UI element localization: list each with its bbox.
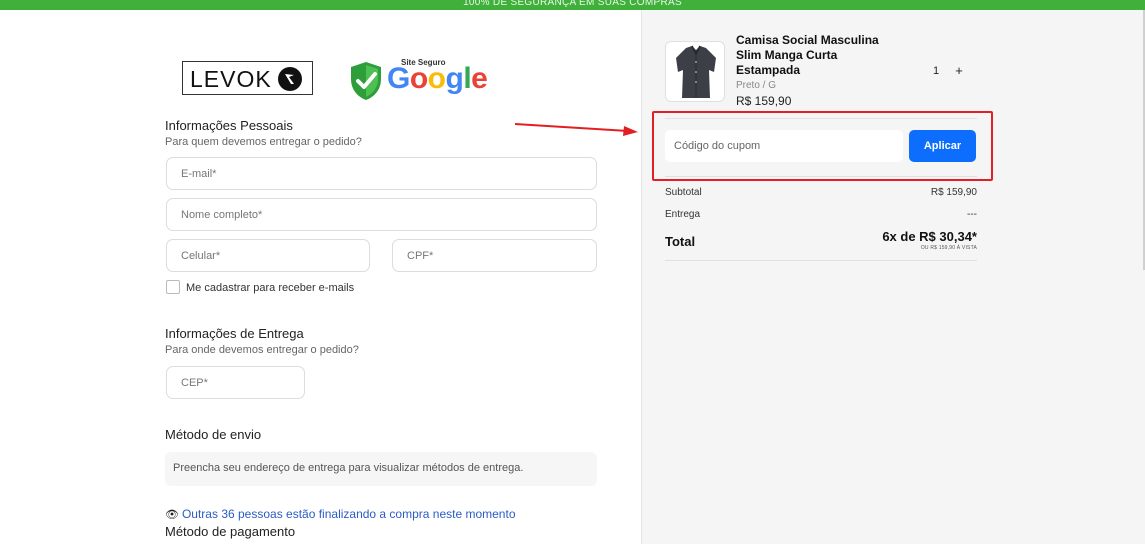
subtotal-value: R$ 159,90 xyxy=(930,187,977,198)
divider xyxy=(665,260,977,261)
quantity-value: 1 xyxy=(932,65,940,77)
cep-field[interactable] xyxy=(167,367,304,398)
levok-logo-text: LEVOK xyxy=(190,66,272,92)
newsletter-label[interactable]: Me cadastrar para receber e-mails xyxy=(186,282,354,294)
cpf-field-wrapper xyxy=(392,239,597,272)
divider xyxy=(665,176,977,177)
google-safe-site-badge: Site Seguro Google xyxy=(349,58,488,104)
shipping-method-title: Método de envio xyxy=(165,427,262,442)
eye-icon: 👁 xyxy=(165,509,179,521)
payment-method-title: Método de pagamento xyxy=(165,524,296,539)
shirt-icon xyxy=(676,45,716,98)
product-thumbnail[interactable] xyxy=(665,41,725,102)
live-viewers-notice: 👁 Outras 36 pessoas estão finalizando a c… xyxy=(165,507,516,521)
full-name-field-wrapper xyxy=(166,198,597,231)
delivery-info-subtitle: Para onde devemos entregar o pedido? xyxy=(165,344,359,356)
total-cash-price: OU R$ 159,90 À VISTA xyxy=(920,245,977,251)
levok-logo: LEVOK xyxy=(182,61,313,95)
delivery-label: Entrega xyxy=(665,209,701,220)
delivery-value: --- xyxy=(967,209,977,220)
divider xyxy=(665,118,977,119)
personal-info-title: Informações Pessoais xyxy=(165,118,293,133)
full-name-field[interactable] xyxy=(167,199,596,230)
email-field-wrapper xyxy=(166,157,597,190)
product-price: R$ 159,90 xyxy=(736,94,792,108)
total-installments: 6x de R$ 30,34* xyxy=(882,229,977,244)
newsletter-checkbox[interactable] xyxy=(166,280,180,294)
cpf-field[interactable] xyxy=(393,240,596,271)
shipping-method-note: Preencha seu endereço de entrega para vi… xyxy=(165,452,597,486)
annotation-arrow-icon xyxy=(514,123,638,136)
phone-field-wrapper xyxy=(166,239,370,272)
coupon-input-wrapper xyxy=(665,130,903,162)
live-viewers-text: Outras 36 pessoas estão finalizando a co… xyxy=(181,507,516,521)
google-wordmark: Google xyxy=(387,62,488,95)
security-banner: 100% DE SEGURANÇA EM SUAS COMPRAS xyxy=(0,0,1145,10)
delivery-info-title: Informações de Entrega xyxy=(165,326,304,341)
apply-coupon-button[interactable]: Aplicar xyxy=(909,130,976,162)
personal-info-subtitle: Para quem devemos entregar o pedido? xyxy=(165,136,362,148)
levok-logo-mark-icon xyxy=(278,67,302,91)
security-banner-text: 100% DE SEGURANÇA EM SUAS COMPRAS xyxy=(463,0,682,8)
product-name[interactable]: Camisa Social Masculina Slim Manga Curta… xyxy=(736,33,896,78)
total-label: Total xyxy=(665,234,696,249)
quantity-stepper: 1 + xyxy=(909,60,977,84)
email-field[interactable] xyxy=(167,158,596,189)
cep-field-wrapper xyxy=(166,366,305,399)
subtotal-label: Subtotal xyxy=(665,187,702,198)
phone-field[interactable] xyxy=(167,240,369,271)
quantity-increase-button[interactable]: + xyxy=(953,63,965,78)
coupon-code-input[interactable] xyxy=(665,130,903,162)
product-variant: Preto / G xyxy=(736,80,777,91)
check-shield-icon xyxy=(351,62,381,100)
